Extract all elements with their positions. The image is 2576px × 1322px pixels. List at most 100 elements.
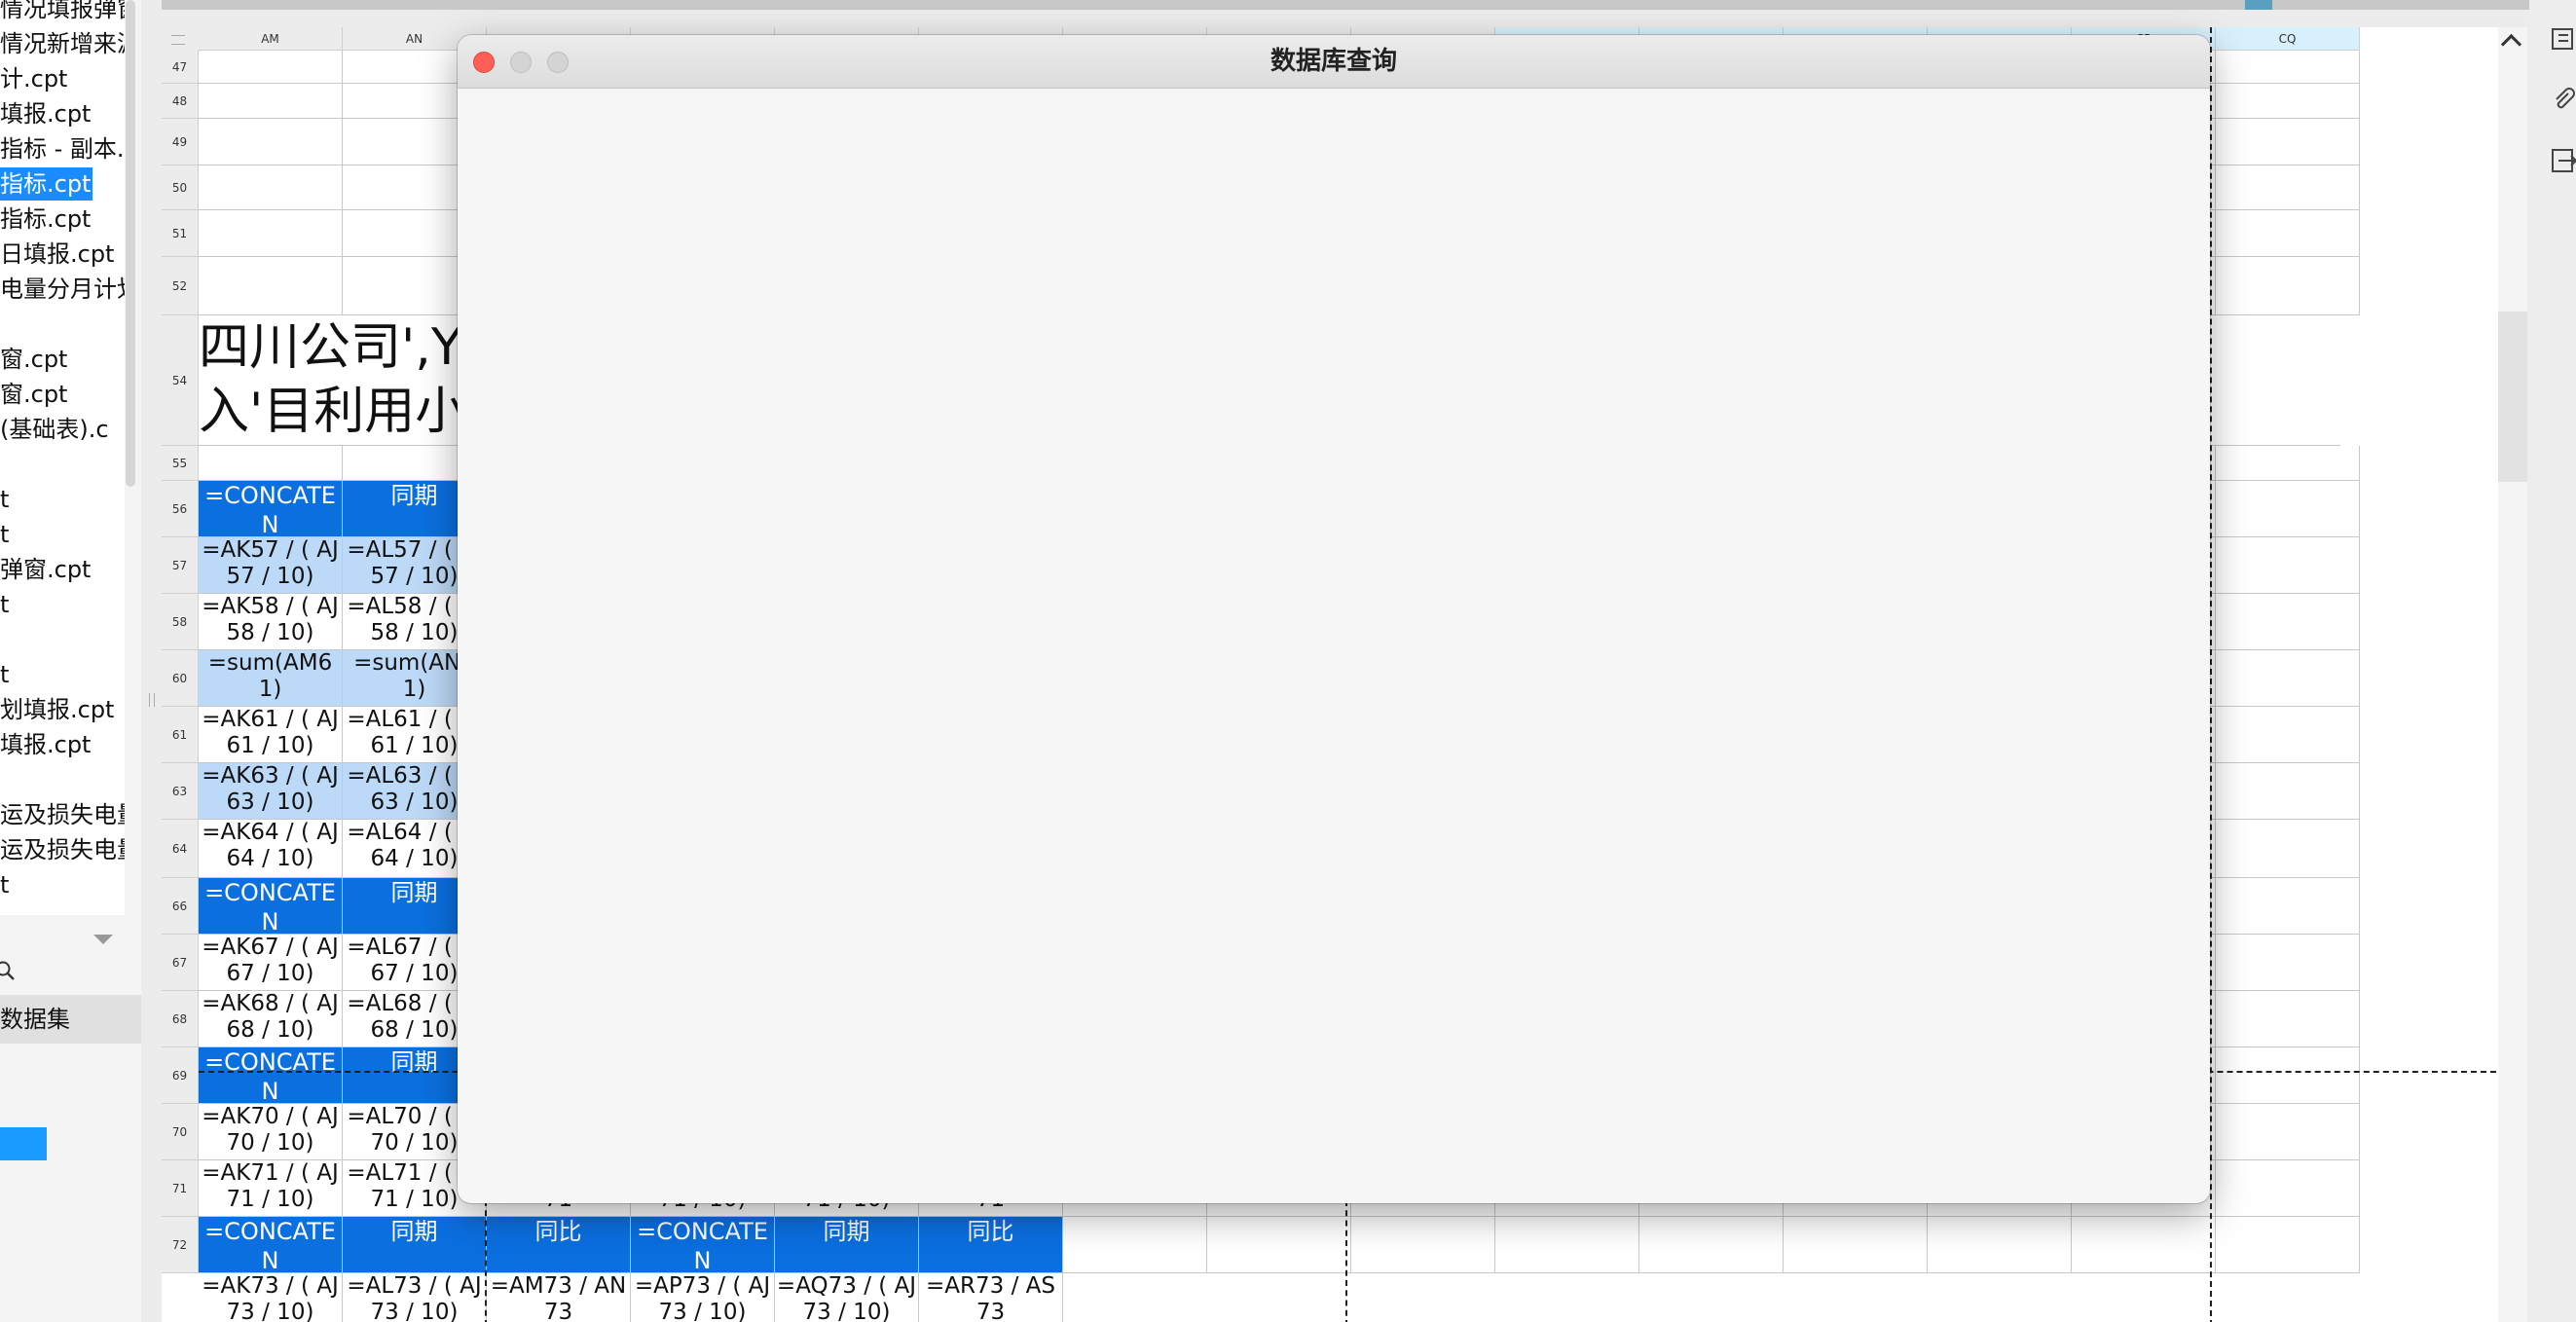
export-icon[interactable] [2551,146,2576,175]
formula-cell[interactable]: =AK68 / ( AJ68 / 10) [199,991,343,1047]
grid-cell[interactable] [2216,820,2360,878]
row-header[interactable]: 52 [162,257,199,315]
formula-cell[interactable]: =AP73 / ( AJ73 / 10) [631,1273,775,1322]
formula-cell[interactable]: 同期 [775,1217,919,1273]
row-header[interactable]: 54 [162,315,199,446]
formula-cell[interactable]: =AK64 / ( AJ64 / 10) [199,820,343,878]
column-header[interactable]: AM [199,27,343,51]
file-tree-item[interactable]: 情况新增来源 [0,27,125,60]
collapse-arrow-icon[interactable] [93,935,113,944]
file-tree-item[interactable]: t [0,868,11,901]
grid-cell[interactable] [2216,84,2360,119]
grid-cell[interactable] [2072,1217,2216,1273]
formula-cell[interactable]: =AL73 / ( AJ73 / 10) [343,1273,487,1322]
formula-cell[interactable]: 同比 [919,1217,1063,1273]
row-header[interactable]: 68 [162,991,199,1047]
file-tree-item[interactable]: 指标.cpt [0,167,93,201]
row-header[interactable]: 58 [162,594,199,650]
grid-cell[interactable] [199,257,343,315]
attachment-icon[interactable] [2551,84,2576,113]
grid-cell[interactable] [2216,1047,2360,1104]
grid-cell[interactable] [2216,594,2360,650]
file-tree-item[interactable]: 计.cpt [0,62,69,95]
row-header[interactable]: 48 [162,84,199,119]
file-tree-item[interactable]: 指标 - 副本.c [0,132,125,165]
row-header[interactable]: 69 [162,1047,199,1104]
formula-cell[interactable]: =CONCATEN [199,481,343,537]
file-tree-item[interactable]: t [0,518,11,551]
file-tree-item[interactable]: 电量分月计划 [0,273,125,306]
dataset-icon[interactable] [2551,25,2576,55]
formula-cell[interactable]: =AK71 / ( AJ71 / 10) [199,1160,343,1217]
file-tree-item[interactable]: 划填报.cpt [0,693,116,726]
grid-cell[interactable] [1495,1217,1639,1273]
formula-cell[interactable]: =CONCATEN [199,878,343,935]
formula-cell[interactable]: =sum(AM61) [199,650,343,707]
formula-cell[interactable]: =AK61 / ( AJ61 / 10) [199,707,343,763]
row-header[interactable]: 64 [162,820,199,878]
grid-cell[interactable] [199,210,343,257]
formula-cell[interactable]: 同期 [343,1217,487,1273]
grid-cell[interactable] [2216,481,2360,537]
file-tree-item[interactable]: 日填报.cpt [0,238,116,271]
formula-cell[interactable]: =CONCATEN [199,1217,343,1273]
file-tree-item[interactable]: 指标.cpt [0,202,92,236]
row-header[interactable]: 71 [162,1160,199,1217]
file-tree-item[interactable]: 填报.cpt [0,728,92,761]
grid-cell[interactable] [2216,165,2360,210]
row-header[interactable]: 50 [162,165,199,210]
dataset-action-button[interactable] [0,1127,47,1160]
grid-cell[interactable] [2216,878,2360,935]
grid-cell[interactable] [199,446,343,481]
search-icon[interactable] [0,960,16,981]
dataset-tab[interactable]: 数据集 [0,995,141,1044]
file-tree-item[interactable]: 运及损失电量 [0,833,125,866]
row-header[interactable]: 70 [162,1104,199,1160]
grid-cell[interactable] [1207,1217,1351,1273]
file-tree-item[interactable]: t [0,588,11,621]
grid-cell[interactable] [199,119,343,165]
file-tree-item[interactable] [0,308,2,341]
grid-cell[interactable] [2216,935,2360,991]
grid-cell[interactable] [2216,210,2360,257]
grid-cell[interactable] [1928,1217,2072,1273]
grid-cell[interactable] [1639,1217,1784,1273]
row-header[interactable]: 49 [162,119,199,165]
formula-cell[interactable]: =AK58 / ( AJ58 / 10) [199,594,343,650]
formula-cell[interactable]: =AK63 / ( AJ63 / 10) [199,763,343,820]
vertical-scrollbar[interactable] [2498,27,2527,1322]
grid-cell[interactable] [199,51,343,84]
panel-splitter[interactable] [146,0,156,1322]
row-header[interactable]: 57 [162,537,199,594]
row-header[interactable]: 63 [162,763,199,820]
grid-cell[interactable] [1351,1217,1495,1273]
maximize-button[interactable] [547,52,569,73]
formula-cell[interactable]: =CONCATEN [631,1217,775,1273]
dialog-titlebar[interactable]: 数据库查询 [458,35,2210,89]
grid-cell[interactable] [2216,707,2360,763]
grid-cell[interactable] [2216,257,2360,315]
row-header[interactable]: 61 [162,707,199,763]
vertical-scrollbar-thumb[interactable] [2498,312,2527,482]
row-header[interactable]: 56 [162,481,199,537]
row-header[interactable]: 60 [162,650,199,707]
grid-cell[interactable] [2216,446,2360,481]
grid-cell[interactable] [1063,1217,1207,1273]
formula-cell[interactable]: =AR73 / AS73 [919,1273,1063,1322]
file-tree-item[interactable]: 窗.cpt [0,378,69,411]
database-query-dialog[interactable]: 数据库查询 [458,35,2210,1203]
row-header[interactable]: 72 [162,1217,199,1273]
file-tree-item[interactable] [0,623,2,656]
grid-cell[interactable] [2216,51,2360,84]
grid-cell[interactable] [199,165,343,210]
grid-cell[interactable] [1784,1217,1928,1273]
formula-cell[interactable]: =AK57 / ( AJ57 / 10) [199,537,343,594]
row-header[interactable]: 51 [162,210,199,257]
horizontal-scrollbar[interactable] [162,0,2529,10]
row-header[interactable]: 66 [162,878,199,935]
minimize-button[interactable] [510,52,532,73]
file-tree-item[interactable] [0,763,2,796]
grid-cell[interactable] [2216,1217,2360,1273]
file-tree-item[interactable]: t [0,483,11,516]
grid-cell[interactable] [2216,1104,2360,1160]
